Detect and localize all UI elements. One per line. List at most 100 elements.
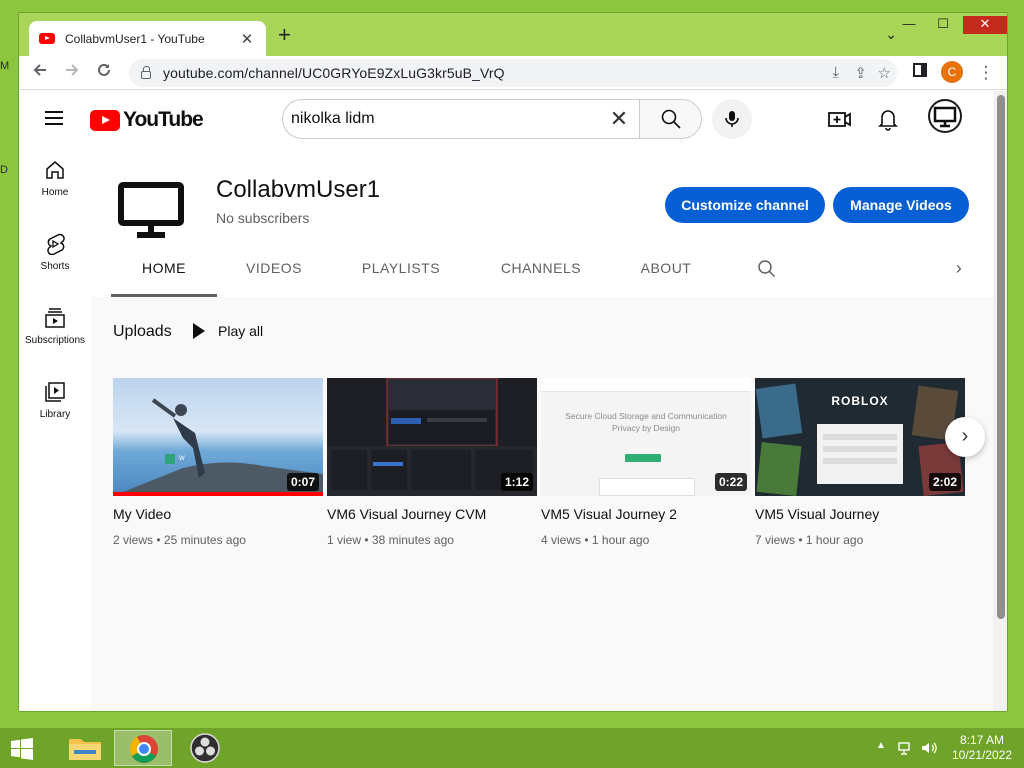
play-all-label: Play all	[218, 323, 264, 339]
maximize-button[interactable]: ☐	[929, 16, 957, 34]
obs-icon	[190, 733, 220, 763]
thumbnail-game-logo: ROBLOX	[831, 394, 889, 408]
uploads-heading[interactable]: Uploads	[113, 323, 172, 341]
sidebar-label: Library	[39, 409, 71, 420]
voice-search-button[interactable]	[712, 99, 752, 139]
watch-progress-bar	[113, 492, 323, 496]
taskbar-chrome[interactable]	[114, 730, 172, 766]
new-tab-button[interactable]: +	[278, 24, 291, 46]
back-button[interactable]	[29, 62, 51, 84]
video-duration: 1:12	[500, 473, 533, 491]
video-card[interactable]: Secure Cloud Storage and Communication P…	[541, 378, 751, 547]
home-icon	[46, 161, 64, 179]
view-count: 2 views	[113, 533, 154, 547]
taskbar-clock[interactable]: 8:17 AM 10/21/2022	[950, 733, 1014, 763]
tab-about[interactable]: ABOUT	[631, 251, 701, 297]
play-all-button[interactable]: Play all	[193, 323, 263, 339]
desktop-icon-edge: D	[0, 164, 8, 176]
tab-home[interactable]: HOME	[111, 251, 217, 297]
sidebar-label: Home	[41, 187, 69, 198]
shelf-next-chevron-icon[interactable]: ›	[945, 417, 985, 457]
tab-playlists[interactable]: PLAYLISTS	[351, 251, 451, 297]
windows-logo-icon	[11, 738, 33, 760]
sidebar-item-library[interactable]: Library	[19, 381, 91, 420]
share-icon[interactable]: ⇪	[854, 64, 867, 82]
network-icon[interactable]	[898, 740, 914, 761]
tab-close-icon[interactable]: ✕	[238, 30, 256, 48]
address-bar[interactable]: youtube.com/channel/UC0GRYoE9ZxLuG3kr5uB…	[129, 59, 897, 87]
video-card[interactable]: W 0:07 My Video 2 views • 25 minutes ago	[113, 378, 323, 547]
close-window-button[interactable]: ✕	[963, 16, 1007, 34]
channel-header: CollabvmUser1 No subscribers Customize c…	[91, 147, 993, 297]
subscriptions-icon	[45, 308, 65, 328]
thumbnail-caption-line: Secure Cloud Storage and Communication	[565, 411, 727, 421]
tab-title: CollabvmUser1 - YouTube	[65, 31, 205, 46]
search-icon	[661, 109, 681, 129]
channel-search-button[interactable]	[755, 251, 779, 297]
shorts-icon	[47, 233, 65, 255]
clock-date: 10/21/2022	[951, 748, 1013, 762]
install-app-icon[interactable]: ⤓	[832, 64, 839, 81]
clear-search-icon[interactable]: ✕	[599, 106, 639, 132]
channel-tabs: HOME VIDEOS PLAYLISTS CHANNELS ABOUT ›	[111, 251, 991, 297]
volume-icon[interactable]	[920, 740, 938, 761]
video-thumbnail[interactable]: W 0:07	[113, 378, 323, 496]
taskbar-obs[interactable]	[176, 730, 234, 766]
start-button[interactable]	[10, 737, 33, 760]
video-title[interactable]: My Video	[113, 506, 323, 522]
manage-videos-button[interactable]: Manage Videos	[833, 187, 969, 223]
upload-age: 1 hour ago	[805, 533, 864, 547]
menu-icon[interactable]	[45, 111, 63, 125]
video-thumbnail[interactable]: ROBLOX 2:02	[755, 378, 965, 496]
profile-avatar[interactable]: C	[941, 61, 963, 83]
page-scrollbar[interactable]	[993, 91, 1007, 711]
channel-avatar	[111, 169, 191, 249]
youtube-logo[interactable]: YouTube	[90, 108, 204, 132]
tab-channels[interactable]: CHANNELS	[491, 251, 591, 297]
side-panel-button[interactable]	[909, 62, 931, 84]
customize-channel-button[interactable]: Customize channel	[665, 187, 825, 223]
clock-time: 8:17 AM	[959, 733, 1005, 747]
reload-button[interactable]	[93, 62, 115, 84]
forward-arrow-icon	[66, 64, 79, 76]
view-count: 7 views	[755, 533, 796, 547]
search-input[interactable]: nikolka lidm ✕	[282, 99, 639, 139]
youtube-favicon-icon	[39, 33, 55, 44]
video-card[interactable]: ROBLOX 2:02 VM5 Visual Journey 7 views •…	[755, 378, 965, 547]
sidebar-label: Shorts	[40, 261, 70, 272]
video-title[interactable]: VM6 Visual Journey CVM	[327, 506, 537, 522]
microphone-icon	[725, 111, 739, 127]
sidebar-label: Subscriptions	[24, 335, 86, 346]
tab-videos[interactable]: VIDEOS	[227, 251, 321, 297]
account-avatar[interactable]	[928, 99, 962, 133]
search-query: nikolka lidm	[291, 110, 375, 127]
create-video-button[interactable]	[826, 105, 854, 133]
youtube-logo-text: YouTube	[123, 108, 204, 131]
scrollbar-thumb[interactable]	[997, 95, 1005, 619]
forward-button[interactable]	[61, 62, 83, 84]
sidebar-item-home[interactable]: Home	[19, 159, 91, 198]
taskbar: ▲ 8:17 AM 10/21/2022	[0, 728, 1024, 768]
taskbar-file-explorer[interactable]	[56, 730, 114, 766]
tabs-next-chevron-icon[interactable]: ›	[947, 251, 971, 297]
search-button[interactable]	[639, 99, 702, 139]
thumbnail-caption-line: Privacy by Design	[611, 423, 681, 433]
video-title[interactable]: VM5 Visual Journey	[755, 506, 965, 522]
notifications-button[interactable]	[874, 105, 902, 133]
upload-age: 25 minutes ago	[163, 533, 246, 547]
video-title[interactable]: VM5 Visual Journey 2	[541, 506, 751, 522]
minimize-button[interactable]: —	[895, 16, 923, 34]
bookmark-star-icon[interactable]: ☆	[878, 64, 891, 82]
video-thumbnail[interactable]: 1:12	[327, 378, 537, 496]
show-hidden-icons-chevron-icon[interactable]: ▲	[876, 740, 886, 751]
browser-menu-button[interactable]: ⋮	[975, 62, 997, 84]
desktop-icon-edge: M	[0, 60, 10, 72]
video-duration: 2:02	[928, 473, 961, 491]
video-thumbnail[interactable]: Secure Cloud Storage and Communication P…	[541, 378, 751, 496]
browser-tab[interactable]: CollabvmUser1 - YouTube ✕	[29, 21, 266, 56]
sidebar-item-shorts[interactable]: Shorts	[19, 233, 91, 272]
sidebar-item-subscriptions[interactable]: Subscriptions	[19, 307, 91, 346]
folder-icon	[69, 739, 101, 760]
video-card[interactable]: 1:12 VM6 Visual Journey CVM 1 view • 38 …	[327, 378, 537, 547]
bell-icon	[878, 110, 898, 131]
